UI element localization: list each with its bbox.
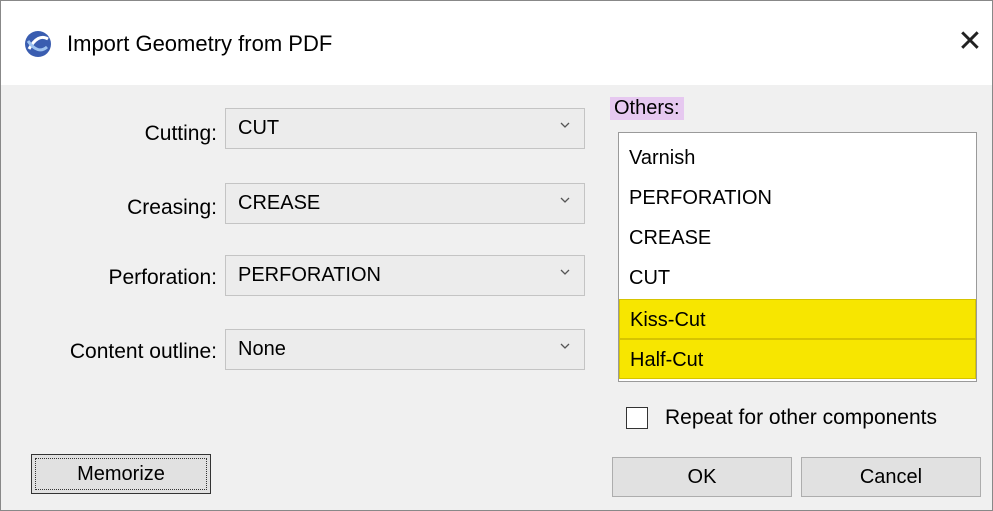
perforation-value: PERFORATION [238,264,381,286]
window-title: Import Geometry from PDF [67,31,333,56]
list-item[interactable]: Half-Cut [619,339,976,379]
app-logo-icon [25,31,51,57]
cutting-value: CUT [238,117,280,139]
chevron-down-icon [560,197,570,203]
list-item[interactable]: Kiss-Cut [619,299,976,339]
list-item[interactable]: Varnish [619,138,976,178]
focus-ring [35,458,207,490]
perforation-select[interactable]: PERFORATION [225,255,585,296]
memorize-button[interactable]: Memorize [31,454,211,494]
cutting-select[interactable]: CUT [225,108,585,149]
creasing-value: CREASE [238,192,321,214]
chevron-down-icon [560,122,570,128]
import-geometry-dialog: Import Geometry from PDF ✕ Cutting: CUT … [0,0,993,511]
perforation-label: Perforation: [108,266,217,289]
title-bar: Import Geometry from PDF ✕ [1,1,992,85]
others-listbox[interactable]: Varnish PERFORATION CREASE CUT Kiss-Cut … [618,132,977,382]
cancel-button[interactable]: Cancel [801,457,981,497]
cancel-button-label: Cancel [859,466,923,488]
chevron-down-icon [560,343,570,349]
creasing-label: Creasing: [127,196,217,219]
close-icon: ✕ [957,25,983,58]
list-item[interactable]: CREASE [619,218,976,258]
chevron-down-icon [560,269,570,275]
ok-button[interactable]: OK [612,457,792,497]
repeat-checkbox-label[interactable]: Repeat for other components [665,406,937,430]
ok-button-label: OK [687,466,717,488]
list-item[interactable]: CUT [619,258,976,298]
others-label: Others: [610,97,684,120]
close-button[interactable]: ✕ [953,25,987,61]
list-item[interactable]: PERFORATION [619,178,976,218]
content-outline-select[interactable]: None [225,329,585,370]
content-outline-label: Content outline: [69,340,217,363]
creasing-select[interactable]: CREASE [225,183,585,224]
cutting-label: Cutting: [144,122,217,145]
repeat-checkbox[interactable] [626,407,648,429]
content-outline-value: None [238,338,286,360]
